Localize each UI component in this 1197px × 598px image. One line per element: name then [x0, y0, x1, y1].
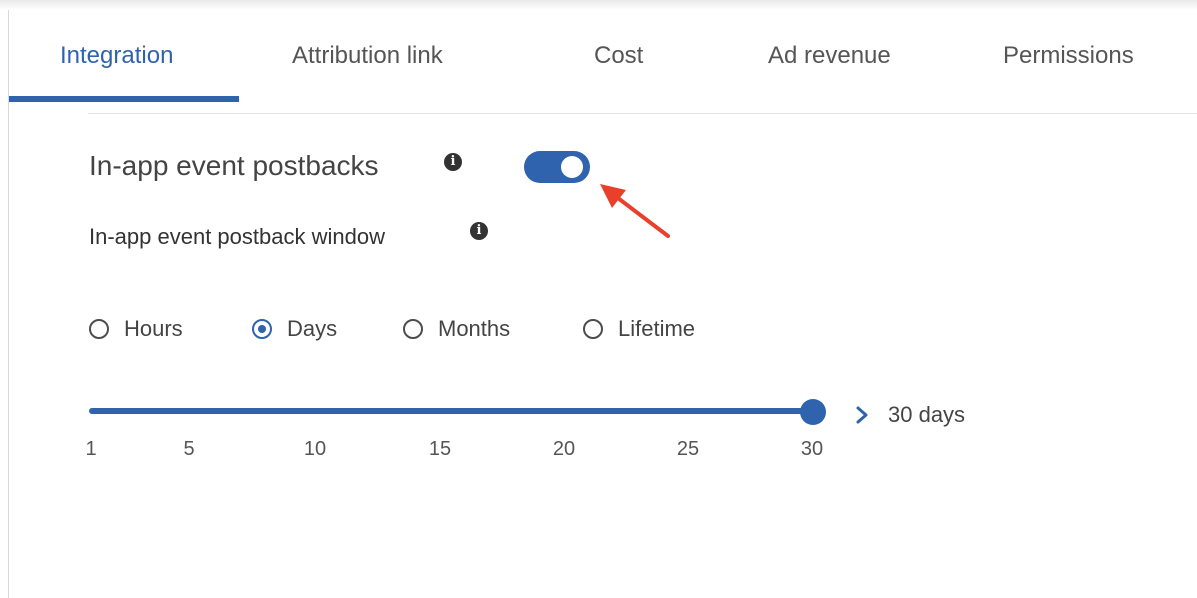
slider-thumb[interactable] — [800, 399, 826, 425]
radio-days-circle — [252, 319, 272, 339]
radio-lifetime-label: Lifetime — [618, 316, 696, 341]
slider-tick-label: 25 — [676, 438, 700, 460]
toggle-knob — [561, 156, 583, 178]
postback-window-info-icon[interactable]: i — [470, 222, 488, 240]
tab-ad-revenue[interactable]: Ad revenue — [768, 42, 891, 70]
slider-track[interactable] — [89, 408, 811, 414]
radio-months[interactable]: Months — [403, 314, 510, 344]
radio-hours[interactable]: Hours — [89, 314, 183, 344]
active-tab-indicator — [9, 96, 239, 102]
postbacks-toggle[interactable] — [524, 151, 590, 183]
slider-tick-label: 5 — [183, 438, 195, 460]
red-arrow-annotation — [600, 184, 670, 238]
radio-months-circle — [403, 319, 423, 339]
tab-bar: Integration Attribution link Cost Ad rev… — [9, 10, 1197, 102]
slider-tick-label: 20 — [552, 438, 576, 460]
postbacks-info-icon[interactable]: i — [444, 153, 462, 171]
radio-lifetime[interactable]: Lifetime — [583, 314, 695, 344]
tab-cost[interactable]: Cost — [594, 42, 643, 70]
slider-tick-label: 30 — [800, 438, 824, 460]
postback-window-label: In-app event postback window — [89, 224, 385, 249]
radio-selected-dot — [258, 325, 266, 333]
tab-attribution-link[interactable]: Attribution link — [292, 42, 443, 70]
radio-lifetime-circle — [583, 319, 603, 339]
radio-days-label: Days — [287, 316, 338, 341]
tab-integration[interactable]: Integration — [60, 42, 173, 70]
slider-value-label: 30 days — [888, 402, 966, 427]
radio-hours-circle — [89, 319, 109, 339]
tab-permissions[interactable]: Permissions — [1003, 42, 1134, 70]
radio-hours-label: Hours — [124, 316, 183, 341]
section-divider — [88, 113, 1197, 114]
radio-months-label: Months — [438, 316, 511, 341]
slider-tick-label: 15 — [428, 438, 452, 460]
postbacks-label: In-app event postbacks — [89, 150, 379, 181]
chevron-right-icon[interactable] — [853, 402, 871, 428]
radio-days[interactable]: Days — [252, 314, 337, 344]
slider-tick-label: 1 — [85, 438, 97, 460]
top-shadow — [0, 0, 1197, 10]
slider-tick-label: 10 — [303, 438, 327, 460]
